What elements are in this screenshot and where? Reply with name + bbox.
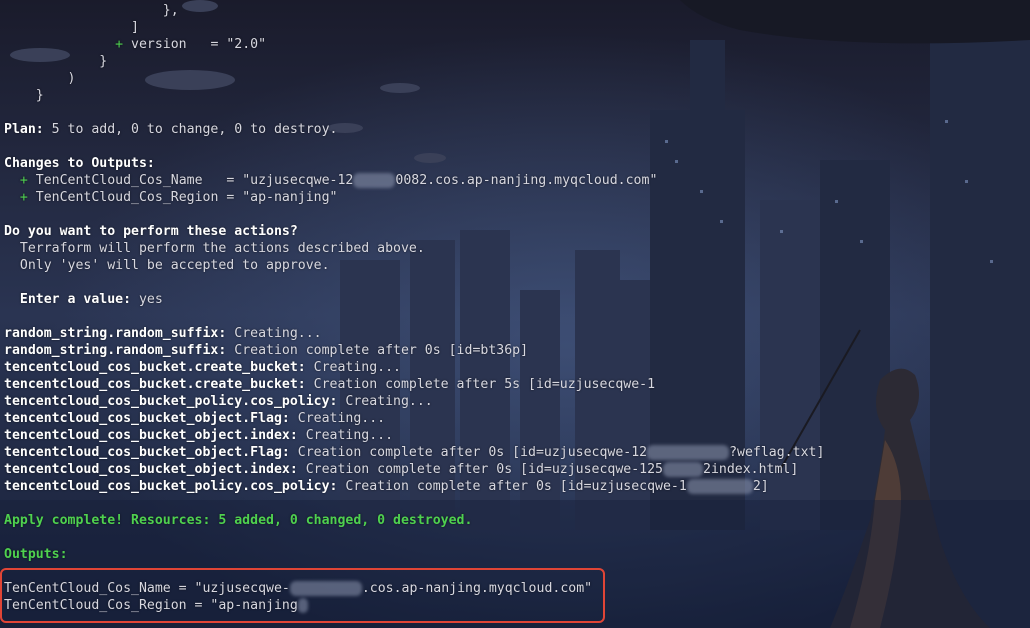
change-output-region: + TenCentCloud_Cos_Region = "ap-nanjing" [19,190,338,205]
log-line: tencentcloud_cos_bucket_object.index: Cr… [4,461,799,477]
apply-complete-message: Apply complete! Resources: 5 added, 0 ch… [4,513,473,528]
redaction-blur [647,444,730,460]
outputs-heading: Outputs: [4,547,68,562]
log-line: tencentcloud_cos_bucket_policy.cos_polic… [4,394,433,409]
code-line: } [99,54,108,69]
changes-heading: Changes to Outputs: [4,156,155,171]
redaction-blur [353,172,396,188]
log-line: tencentcloud_cos_bucket_object.index: Cr… [4,428,394,443]
code-line: } [35,88,44,103]
redaction-blur [686,478,753,494]
log-line: tencentcloud_cos_bucket_policy.cos_polic… [4,478,769,494]
value-prompt[interactable]: Enter a value: yes [4,291,163,308]
log-line: random_string.random_suffix: Creating... [4,326,322,341]
redaction-blur [663,461,703,477]
log-line: tencentcloud_cos_bucket_object.Flag: Cre… [4,411,386,426]
log-line: tencentcloud_cos_bucket.create_bucket: C… [4,377,656,392]
code-line: }, [162,3,179,18]
background-cityscape [0,0,1030,628]
plan-summary: Plan: 5 to add, 0 to change, 0 to destro… [4,122,338,137]
change-output-name: + TenCentCloud_Cos_Name = "uzjusecqwe-12… [19,172,658,188]
confirm-question: Do you want to perform these actions? [4,224,298,239]
confirm-desc: Only 'yes' will be accepted to approve. [4,258,330,273]
confirm-desc: Terraform will perform the actions descr… [4,241,425,256]
code-line: ] [131,20,139,35]
log-line: random_string.random_suffix: Creation co… [4,343,529,358]
code-line: ) [67,71,76,86]
log-line: tencentcloud_cos_bucket.create_bucket: C… [4,360,401,375]
log-line: tencentcloud_cos_bucket_object.Flag: Cre… [4,444,825,460]
code-line: + version = "2.0" [115,37,267,52]
outputs-highlight-box [0,568,605,623]
